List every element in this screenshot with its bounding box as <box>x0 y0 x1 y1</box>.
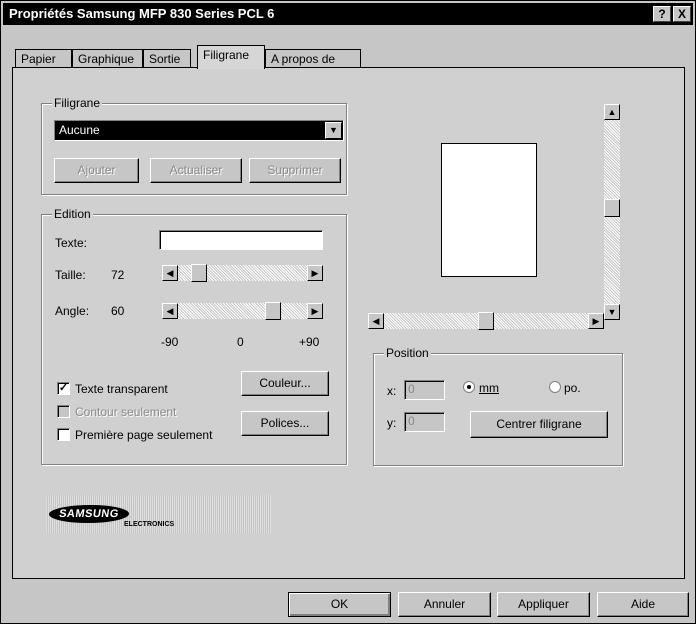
size-slider[interactable]: ◀ ▶ <box>162 264 323 282</box>
transparent-text-label: Texte transparent <box>75 382 168 396</box>
ok-button[interactable]: OK <box>288 592 391 617</box>
tab-filigrane[interactable]: Filigrane <box>197 45 265 69</box>
size-value: 72 <box>111 268 125 282</box>
scroll-right-arrow-icon[interactable]: ▶ <box>588 313 604 329</box>
unit-mm-radio[interactable] <box>463 381 475 393</box>
slider-right-arrow-icon[interactable]: ▶ <box>307 303 323 319</box>
angle-label: Angle: <box>55 304 90 318</box>
scroll-down-arrow-icon[interactable]: ▼ <box>604 304 620 320</box>
outline-only-label: Contour seulement <box>75 405 177 419</box>
close-title-button[interactable]: X <box>673 6 691 22</box>
update-watermark-button[interactable]: Actualiser <box>150 158 242 183</box>
tab-sortie[interactable]: Sortie <box>143 49 191 67</box>
watermark-select[interactable]: Aucune ▼ <box>54 120 344 141</box>
size-slider-thumb[interactable] <box>191 264 207 282</box>
color-button[interactable]: Couleur... <box>241 371 329 396</box>
position-group: Position <box>373 346 623 466</box>
slider-left-arrow-icon[interactable]: ◀ <box>162 303 178 319</box>
first-page-only-label: Première page seulement <box>75 428 213 442</box>
outline-only-checkbox[interactable] <box>57 405 70 418</box>
center-watermark-button[interactable]: Centrer filigrane <box>470 411 608 438</box>
first-page-only-checkbox[interactable] <box>57 428 70 441</box>
vertical-position-thumb[interactable] <box>604 199 620 217</box>
scroll-up-arrow-icon[interactable]: ▲ <box>604 104 620 120</box>
watermark-select-value: Aucune <box>59 123 100 137</box>
text-label: Texte: <box>55 236 88 250</box>
delete-watermark-button[interactable]: Supprimer <box>249 158 341 183</box>
tab-a-propos[interactable]: A propos de <box>265 49 361 67</box>
y-position-input[interactable]: 0 <box>404 412 445 432</box>
window-title: Propriétés Samsung MFP 830 Series PCL 6 <box>9 6 275 21</box>
angle-scale-min: -90 <box>161 335 179 349</box>
samsung-logo-sub: ELECTRONICS <box>124 521 175 528</box>
tab-graphique[interactable]: Graphique <box>72 49 143 67</box>
slider-right-arrow-icon[interactable]: ▶ <box>307 265 323 281</box>
properties-window: Propriétés Samsung MFP 830 Series PCL 6 … <box>0 0 696 624</box>
unit-in-label: po. <box>564 381 581 395</box>
slider-left-arrow-icon[interactable]: ◀ <box>162 265 178 281</box>
title-bar: Propriétés Samsung MFP 830 Series PCL 6 … <box>3 3 693 25</box>
transparent-text-checkbox[interactable]: ✓ <box>57 382 70 395</box>
size-label: Taille: <box>55 268 86 282</box>
unit-in-radio[interactable] <box>549 381 561 393</box>
angle-value: 60 <box>111 304 125 318</box>
horizontal-position-scrollbar[interactable]: ◀ ▶ <box>368 312 604 330</box>
watermark-group-title: Filigrane <box>52 96 103 110</box>
angle-slider-thumb[interactable] <box>265 302 281 320</box>
x-label: x: <box>387 384 397 398</box>
y-label: y: <box>387 416 397 430</box>
x-position-input[interactable]: 0 <box>404 380 445 400</box>
edition-group-title: Edition <box>52 207 93 221</box>
tab-papier[interactable]: Papier <box>15 49 72 67</box>
chevron-down-icon[interactable]: ▼ <box>325 122 342 139</box>
add-watermark-button[interactable]: Ajouter <box>54 158 139 183</box>
scroll-left-arrow-icon[interactable]: ◀ <box>368 313 384 329</box>
vertical-position-scrollbar[interactable]: ▲ ▼ <box>604 104 620 320</box>
watermark-text-input[interactable] <box>159 230 323 250</box>
unit-mm-label: mm <box>479 381 499 395</box>
angle-slider[interactable]: ◀ ▶ <box>162 302 323 320</box>
cancel-button[interactable]: Annuler <box>398 592 491 617</box>
samsung-logo: SAMSUNG ELECTRONICS <box>46 495 271 534</box>
help-title-button[interactable]: ? <box>653 6 671 22</box>
horizontal-position-thumb[interactable] <box>478 312 494 330</box>
angle-scale-max: +90 <box>299 335 320 349</box>
apply-button[interactable]: Appliquer <box>497 592 590 617</box>
tab-panel-filigrane: Filigrane Aucune ▼ Ajouter Actualiser Su… <box>12 67 685 579</box>
angle-scale-mid: 0 <box>237 335 244 349</box>
fonts-button[interactable]: Polices... <box>241 411 329 436</box>
samsung-logo-brand: SAMSUNG <box>47 505 131 523</box>
help-button[interactable]: Aide <box>597 592 689 617</box>
position-group-title: Position <box>384 346 431 360</box>
page-preview <box>441 143 537 277</box>
